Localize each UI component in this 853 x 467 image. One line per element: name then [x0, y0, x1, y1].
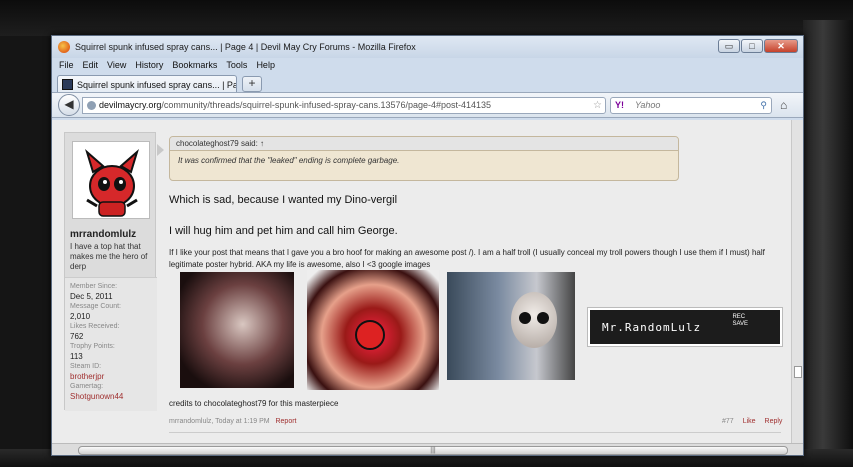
avatar[interactable] — [72, 141, 150, 219]
navigation-toolbar: ◀ devilmaycry.org/community/threads/squi… — [52, 92, 803, 118]
user-title: I have a top hat that makes me the hero … — [70, 242, 148, 271]
signature-banner: Mr.RandomLulz REC SAVE — [587, 307, 783, 347]
menu-file[interactable]: File — [59, 60, 74, 70]
quote-text: It was confirmed that the "leaked" endin… — [178, 156, 400, 165]
favicon-icon — [62, 79, 73, 90]
search-input[interactable]: Y! Yahoo ⚲ — [610, 97, 772, 114]
post-text-line-1: Which is sad, because I wanted my Dino-v… — [169, 194, 398, 206]
desktop-background-top — [0, 0, 853, 36]
stat-value: 2,010 — [70, 311, 91, 321]
firefox-icon — [58, 41, 70, 53]
reply-link[interactable]: Reply — [765, 418, 783, 425]
window-title: Squirrel spunk infused spray cans... | P… — [75, 42, 416, 52]
troll-face-icon — [355, 320, 385, 350]
post-number-link[interactable]: #77 — [722, 418, 734, 425]
signature-image-eye — [307, 270, 439, 390]
menu-tools[interactable]: Tools — [226, 60, 247, 70]
deadpool-avatar-image — [85, 148, 139, 217]
rec-label: REC SAVE — [732, 314, 748, 327]
stat-label: Steam ID: — [70, 363, 102, 370]
menu-view[interactable]: View — [107, 60, 126, 70]
stat-label: Likes Received: — [70, 323, 120, 330]
search-icon[interactable]: ⚲ — [760, 98, 767, 113]
desktop-background-right — [803, 20, 853, 467]
new-tab-button[interactable]: + — [242, 76, 262, 92]
stat-label: Trophy Points: — [70, 343, 115, 350]
report-link[interactable]: Report — [275, 418, 296, 425]
home-icon[interactable]: ⌂ — [780, 98, 787, 112]
title-bar: Squirrel spunk infused spray cans... | P… — [52, 36, 803, 58]
tab-forum-thread[interactable]: Squirrel spunk infused spray cans... | P… — [57, 75, 237, 93]
username[interactable]: mrrandomlulz — [70, 229, 136, 240]
bookmark-star-icon[interactable]: ☆ — [593, 100, 602, 111]
stat-label: Gamertag: — [70, 383, 104, 390]
signature-image-face — [180, 272, 294, 388]
menu-bar: File Edit View History Bookmarks Tools H… — [52, 58, 803, 72]
menu-help[interactable]: Help — [256, 60, 275, 70]
post-divider — [169, 432, 781, 433]
steam-id-link[interactable]: brotherjpr — [70, 372, 152, 382]
signature-banner-text: Mr.RandomLulz — [602, 321, 702, 334]
vertical-scrollbar[interactable] — [791, 120, 803, 443]
horizontal-scroll-thumb[interactable]: ||| — [78, 446, 788, 455]
close-button[interactable]: ✕ — [764, 39, 798, 53]
maximize-button[interactable]: □ — [741, 39, 763, 53]
stat-value: 762 — [70, 331, 84, 341]
yahoo-icon[interactable]: Y! — [615, 98, 624, 113]
post-actions: #77 Like Reply — [722, 418, 782, 425]
menu-bookmarks[interactable]: Bookmarks — [172, 60, 217, 70]
url-path: /community/threads/squirrel-spunk-infuse… — [161, 100, 492, 110]
browser-window: Squirrel spunk infused spray cans... | P… — [51, 35, 804, 456]
post-pointer-arrow — [157, 144, 164, 156]
horizontal-scrollbar[interactable]: ||| — [52, 443, 803, 455]
stat-label: Member Since: — [70, 283, 118, 290]
window-controls: ▭ □ ✕ — [718, 39, 798, 53]
signature-image-doll — [447, 272, 575, 380]
post-meta: mrrandomlulz, Today at 1:19 PM Report — [169, 418, 297, 425]
url-bar[interactable]: devilmaycry.org/community/threads/squirr… — [82, 97, 606, 114]
tab-bar: Squirrel spunk infused spray cans... | P… — [52, 72, 803, 93]
globe-icon — [87, 101, 96, 110]
quote-author[interactable]: chocolateghost79 said: ↑ — [170, 137, 678, 151]
credits-text: credits to chocolateghost79 for this mas… — [169, 399, 339, 408]
stat-label: Message Count: — [70, 303, 121, 310]
user-stats: Member Since: Dec 5, 2011 Message Count:… — [65, 277, 157, 411]
gamertag-link[interactable]: Shotgunown44 — [70, 392, 152, 402]
post-text-line-2: I will hug him and pet him and call him … — [169, 225, 398, 237]
search-placeholder: Yahoo — [635, 100, 661, 110]
vertical-scroll-thumb[interactable] — [794, 366, 802, 378]
post-author-date[interactable]: mrrandomlulz, Today at 1:19 PM — [169, 418, 270, 425]
back-button[interactable]: ◀ — [58, 94, 80, 116]
menu-edit[interactable]: Edit — [83, 60, 99, 70]
tab-label: Squirrel spunk infused spray cans... | P… — [77, 79, 237, 90]
minimize-button[interactable]: ▭ — [718, 39, 740, 53]
like-link[interactable]: Like — [743, 418, 756, 425]
quote-block: chocolateghost79 said: ↑ It was confirme… — [169, 136, 679, 181]
page-content: mrrandomlulz I have a top hat that makes… — [52, 120, 803, 443]
url-domain: devilmaycry.org — [99, 100, 162, 110]
stat-value: 113 — [70, 351, 83, 361]
doll-face-image — [511, 292, 557, 348]
user-info-panel: mrrandomlulz I have a top hat that makes… — [64, 132, 157, 411]
menu-history[interactable]: History — [135, 60, 163, 70]
signature-text: If I like your post that means that I ga… — [169, 248, 765, 269]
stat-value: Dec 5, 2011 — [70, 291, 113, 301]
